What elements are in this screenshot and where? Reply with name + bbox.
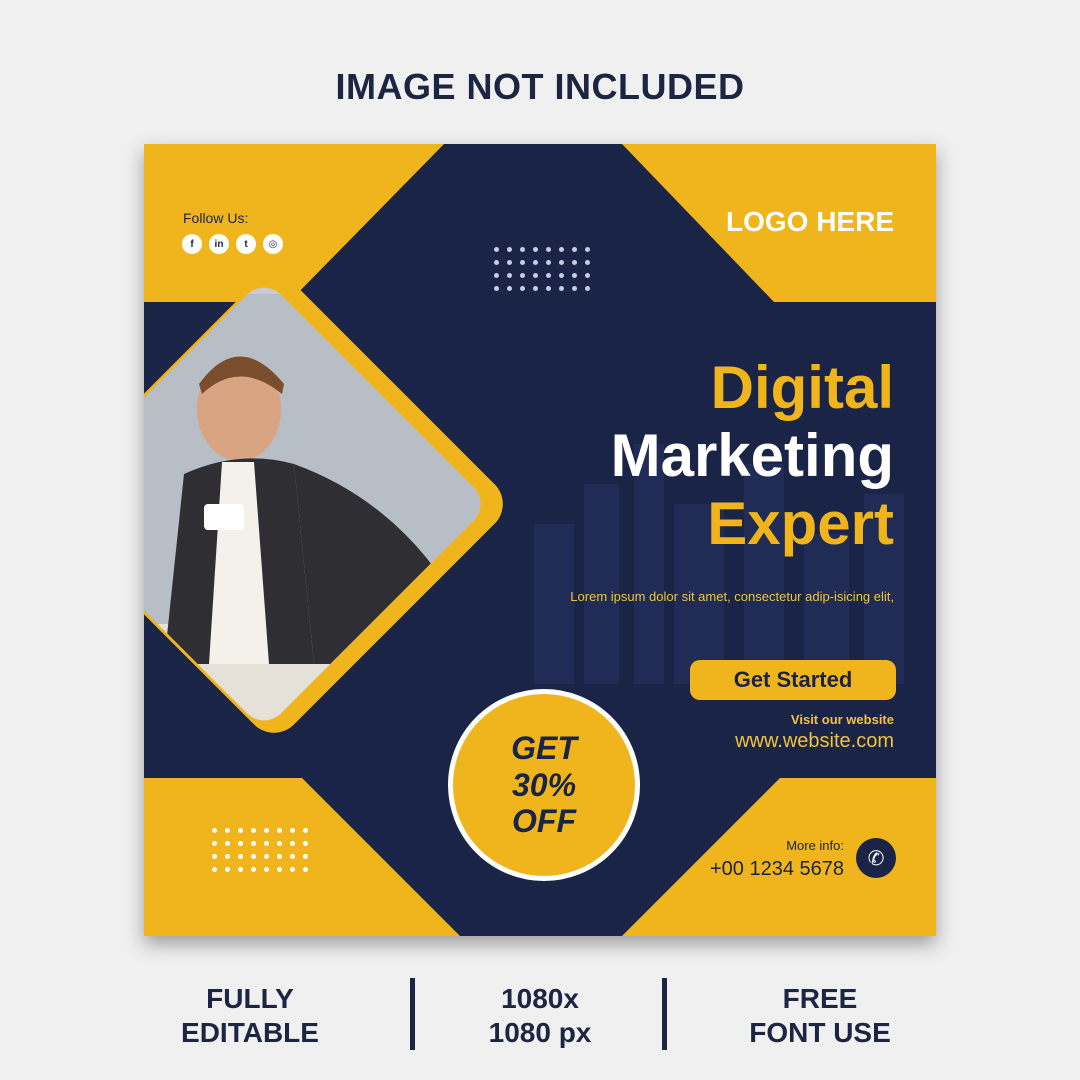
headline-line-1: Digital: [710, 354, 894, 421]
dot-pattern-bottom: [212, 828, 308, 872]
feature-divider: [662, 978, 667, 1050]
phone-icon[interactable]: ✆: [856, 838, 896, 878]
body-text: Lorem ipsum dolor sit amet, consectetur …: [570, 589, 894, 604]
discount-badge: GET 30% OFF: [448, 689, 640, 881]
headline: Digital Marketing Expert: [611, 354, 894, 557]
feature-size: 1080x 1080 px: [488, 983, 592, 1048]
social-post-card: Follow Us: f in t ◎ LOGO HERE Digital Ma…: [144, 144, 936, 936]
feature-strip: FULLY EDITABLE 1080x 1080 px FREE FONT U…: [0, 976, 1080, 1056]
visit-website-label: Visit our website: [790, 712, 894, 727]
facebook-icon[interactable]: f: [182, 234, 202, 254]
discount-line-3: OFF: [512, 803, 576, 840]
twitter-icon[interactable]: t: [236, 234, 256, 254]
feature-free-font: FREE FONT USE: [749, 983, 891, 1048]
logo-placeholder: LOGO HERE: [725, 206, 894, 237]
headline-line-2: Marketing: [610, 421, 894, 489]
follow-us-label: Follow Us:: [183, 210, 249, 226]
image-not-included-notice: IMAGE NOT INCLUDED: [335, 66, 745, 107]
feature-fully-editable: FULLY EDITABLE: [181, 983, 319, 1048]
discount-line-1: GET: [511, 730, 577, 767]
linkedin-icon[interactable]: in: [209, 234, 229, 254]
website-link[interactable]: www.website.com: [735, 730, 894, 753]
instagram-icon[interactable]: ◎: [263, 234, 283, 254]
more-info-label: More info:: [786, 838, 844, 853]
discount-line-2: 30%: [511, 766, 577, 803]
dot-pattern-top: [494, 247, 590, 291]
phone-number[interactable]: +00 1234 5678: [710, 858, 844, 881]
get-started-button[interactable]: Get Started: [690, 660, 896, 700]
headline-line-3: Expert: [707, 489, 894, 557]
social-links: f in t ◎: [182, 234, 283, 254]
